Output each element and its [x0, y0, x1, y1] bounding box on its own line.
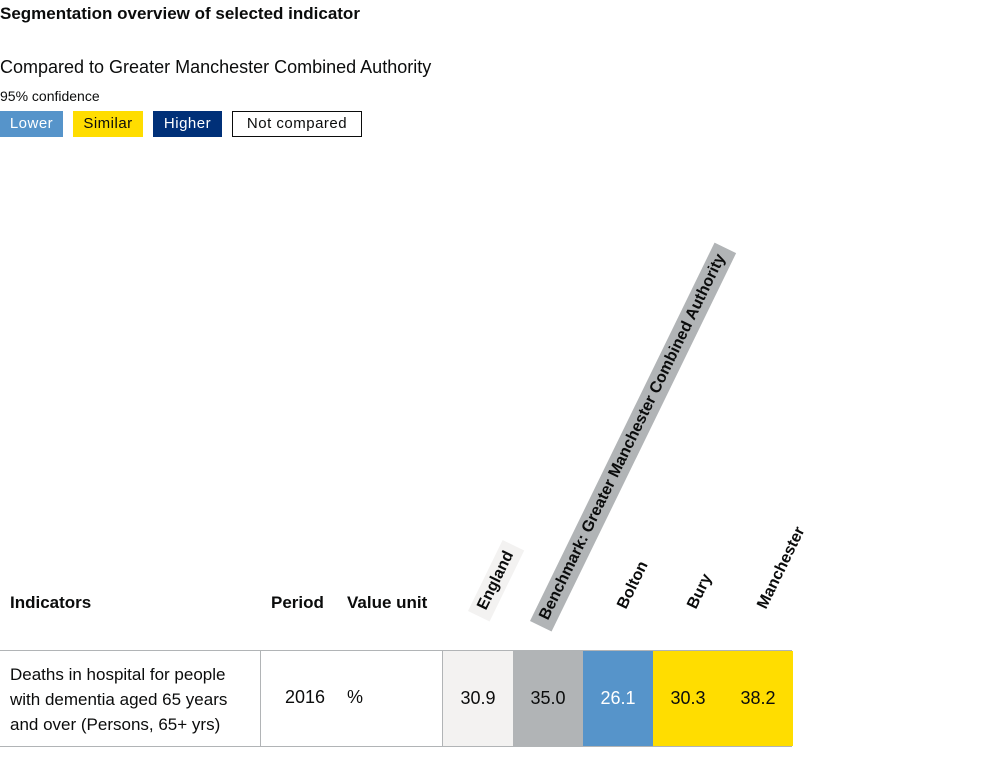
comparison-description: Compared to Greater Manchester Combined … [0, 57, 432, 77]
column-divider [260, 650, 261, 746]
legend-not-compared: Not compared [232, 111, 362, 137]
confidence-level: 95% confidence [0, 88, 100, 104]
page-title: Segmentation overview of selected indica… [0, 4, 360, 23]
header-area-england: England [468, 539, 525, 622]
value-cell-benchmark[interactable]: 35.0 [513, 651, 583, 746]
value-cell-bury[interactable]: 30.3 [653, 651, 723, 746]
legend-higher: Higher [153, 111, 222, 137]
value-unit: % [347, 687, 364, 707]
header-indicators: Indicators [10, 593, 92, 612]
header-area-bolton: Bolton [614, 558, 652, 612]
value-cell-bolton[interactable]: 26.1 [583, 651, 653, 746]
indicator-name[interactable]: Deaths in hospital for people with demen… [10, 662, 255, 737]
header-period: Period [271, 593, 324, 612]
header-area-manchester: Manchester [754, 524, 809, 612]
header-value-unit: Value unit [347, 593, 428, 612]
table-row-bottom-border [0, 746, 792, 747]
value-cell-manchester[interactable]: 38.2 [723, 651, 793, 746]
value-cell-england[interactable]: 30.9 [443, 651, 513, 746]
legend-lower: Lower [0, 111, 63, 137]
legend-similar: Similar [73, 111, 143, 137]
header-area-bury: Bury [684, 571, 716, 612]
period-value: 2016 [285, 687, 326, 707]
